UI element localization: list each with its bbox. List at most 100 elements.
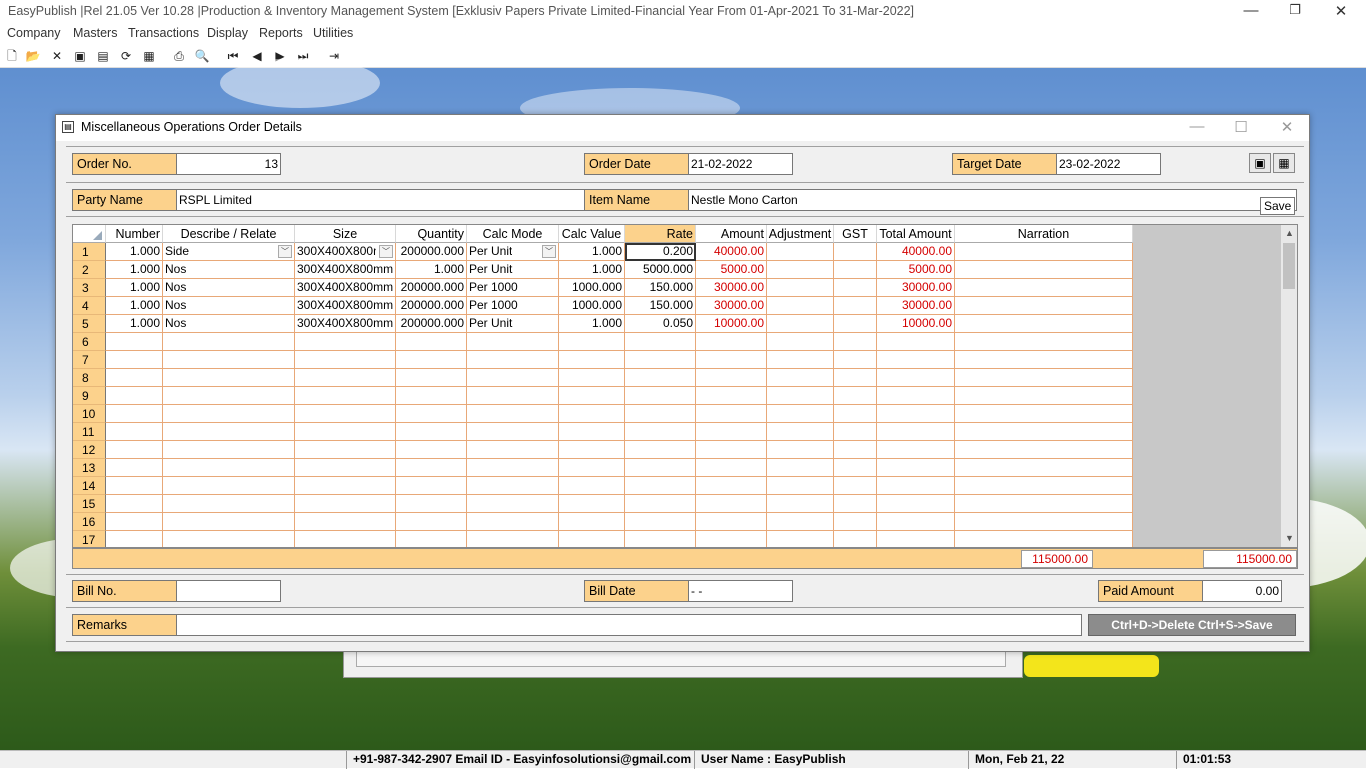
grid-cell-quantity[interactable] <box>396 369 467 387</box>
grid-cell-quantity[interactable] <box>396 423 467 441</box>
grid-cell-gst[interactable] <box>834 297 877 315</box>
grid-corner[interactable]: ​ <box>73 225 106 243</box>
refresh-icon[interactable]: ⟳ <box>118 48 134 64</box>
grid-cell-narration[interactable] <box>955 315 1133 333</box>
grid-cell-adjustment[interactable] <box>767 405 834 423</box>
grid-cell-rate[interactable] <box>625 387 696 405</box>
grid-cell-rate[interactable] <box>625 477 696 495</box>
grid-cell-narration[interactable] <box>955 297 1133 315</box>
grid-cell-adjustment[interactable] <box>767 297 834 315</box>
grid-cell-quantity[interactable] <box>396 477 467 495</box>
menu-utilities[interactable]: Utilities <box>313 26 353 40</box>
grid-cell-total[interactable] <box>877 387 955 405</box>
grid-cell-gst[interactable] <box>834 351 877 369</box>
grid-cell-total[interactable] <box>877 441 955 459</box>
grid-cell-gst[interactable] <box>834 459 877 477</box>
grid-cell-number[interactable]: 1.000 <box>106 297 163 315</box>
grid-cell-size[interactable] <box>295 495 396 513</box>
grid-cell-rate[interactable]: 150.000 <box>625 279 696 297</box>
grid-cell-adjustment[interactable] <box>767 261 834 279</box>
grid-cell-amount[interactable] <box>696 333 767 351</box>
grid-cell-calc-mode[interactable] <box>467 333 559 351</box>
grid-scrollbar[interactable]: ▲ ▼ <box>1281 225 1297 547</box>
scroll-up-icon[interactable]: ▲ <box>1281 225 1297 242</box>
column-header-size[interactable]: Size <box>295 225 396 243</box>
grid-cell-total[interactable]: 5000.00 <box>877 261 955 279</box>
dropdown-arrow-icon[interactable]: ﹀ <box>278 245 292 258</box>
grid-cell-quantity[interactable]: 200000.000 <box>396 279 467 297</box>
grid-cell-size[interactable] <box>295 441 396 459</box>
dialog-minimize-icon[interactable]: — <box>1182 118 1212 135</box>
grid-cell-adjustment[interactable] <box>767 279 834 297</box>
row-header[interactable]: 6 <box>73 333 106 351</box>
grid-cell-total[interactable] <box>877 513 955 531</box>
grid-cell-calc-value[interactable]: 1.000 <box>559 261 625 279</box>
grid-cell-adjustment[interactable] <box>767 477 834 495</box>
grid-cell-amount[interactable]: 10000.00 <box>696 315 767 333</box>
grid-cell-amount[interactable] <box>696 477 767 495</box>
grid-cell-amount[interactable] <box>696 513 767 531</box>
column-header-rate[interactable]: Rate <box>625 225 696 243</box>
grid-cell-adjustment[interactable] <box>767 369 834 387</box>
grid-cell-calc-value[interactable] <box>559 495 625 513</box>
grid-cell-quantity[interactable] <box>396 333 467 351</box>
grid-cell-gst[interactable] <box>834 315 877 333</box>
bill-date-field[interactable]: - - <box>688 580 793 602</box>
grid-cell-amount[interactable] <box>696 351 767 369</box>
grid-cell-describe[interactable]: Nos <box>163 279 295 297</box>
delete-icon[interactable]: ✕ <box>49 48 65 64</box>
menu-company[interactable]: Company <box>7 26 61 40</box>
grid-cell-rate[interactable]: 0.050 <box>625 315 696 333</box>
grid-cell-gst[interactable] <box>834 441 877 459</box>
grid-cell-rate[interactable]: 150.000 <box>625 297 696 315</box>
grid-cell-adjustment[interactable] <box>767 513 834 531</box>
grid-cell-calc-mode[interactable] <box>467 423 559 441</box>
grid-cell-gst[interactable] <box>834 243 877 261</box>
grid-cell-number[interactable] <box>106 423 163 441</box>
grid-cell-rate[interactable] <box>625 441 696 459</box>
grid-cell-amount[interactable]: 30000.00 <box>696 297 767 315</box>
grid-cell-narration[interactable] <box>955 459 1133 477</box>
column-header-total[interactable]: Total Amount <box>877 225 955 243</box>
delete-save-shortcut-button[interactable]: Ctrl+D->Delete Ctrl+S->Save <box>1088 614 1296 636</box>
grid-cell-number[interactable] <box>106 531 163 547</box>
grid-cell-quantity[interactable]: 1.000 <box>396 261 467 279</box>
grid-cell-number[interactable] <box>106 333 163 351</box>
row-header[interactable]: 15 <box>73 495 106 513</box>
grid-cell-calc-value[interactable] <box>559 441 625 459</box>
grid-cell-calc-mode[interactable]: Per Unit ﹀ <box>467 243 559 261</box>
grid-cell-quantity[interactable] <box>396 387 467 405</box>
grid-cell-gst[interactable] <box>834 279 877 297</box>
grid-cell-adjustment[interactable] <box>767 531 834 547</box>
grid-cell-number[interactable] <box>106 405 163 423</box>
grid-cell-describe[interactable] <box>163 513 295 531</box>
grid-cell-size[interactable]: 300X400X800mm﹀ <box>295 243 396 261</box>
grid-cell-calc-value[interactable] <box>559 387 625 405</box>
target-date-field[interactable]: 23-02-2022 <box>1056 153 1161 175</box>
grid-cell-size[interactable]: 300X400X800mm <box>295 297 396 315</box>
grid-cell-calc-mode[interactable] <box>467 531 559 547</box>
grid-cell-gst[interactable] <box>834 387 877 405</box>
grid-cell-number[interactable] <box>106 441 163 459</box>
grid-cell-amount[interactable]: 40000.00 <box>696 243 767 261</box>
grid-cell-rate[interactable] <box>625 405 696 423</box>
grid-cell-rate[interactable] <box>625 369 696 387</box>
grid-cell-number[interactable] <box>106 387 163 405</box>
paid-amount-field[interactable]: 0.00 <box>1202 580 1282 602</box>
grid-cell-amount[interactable] <box>696 531 767 547</box>
grid-cell-calc-value[interactable] <box>559 459 625 477</box>
grid-cell-calc-mode[interactable]: Per 1000 <box>467 279 559 297</box>
grid-cell-calc-mode[interactable] <box>467 441 559 459</box>
grid-cell-size[interactable] <box>295 333 396 351</box>
menu-reports[interactable]: Reports <box>259 26 303 40</box>
grid-cell-narration[interactable] <box>955 369 1133 387</box>
grid-cell-amount[interactable] <box>696 369 767 387</box>
grid-cell-adjustment[interactable] <box>767 441 834 459</box>
grid-cell-amount[interactable] <box>696 387 767 405</box>
grid-cell-describe[interactable]: Nos <box>163 261 295 279</box>
grid-cell-adjustment[interactable] <box>767 495 834 513</box>
grid-cell-quantity[interactable] <box>396 495 467 513</box>
grid-cell-amount[interactable] <box>696 495 767 513</box>
grid-cell-describe[interactable] <box>163 495 295 513</box>
grid-cell-total[interactable] <box>877 531 955 547</box>
